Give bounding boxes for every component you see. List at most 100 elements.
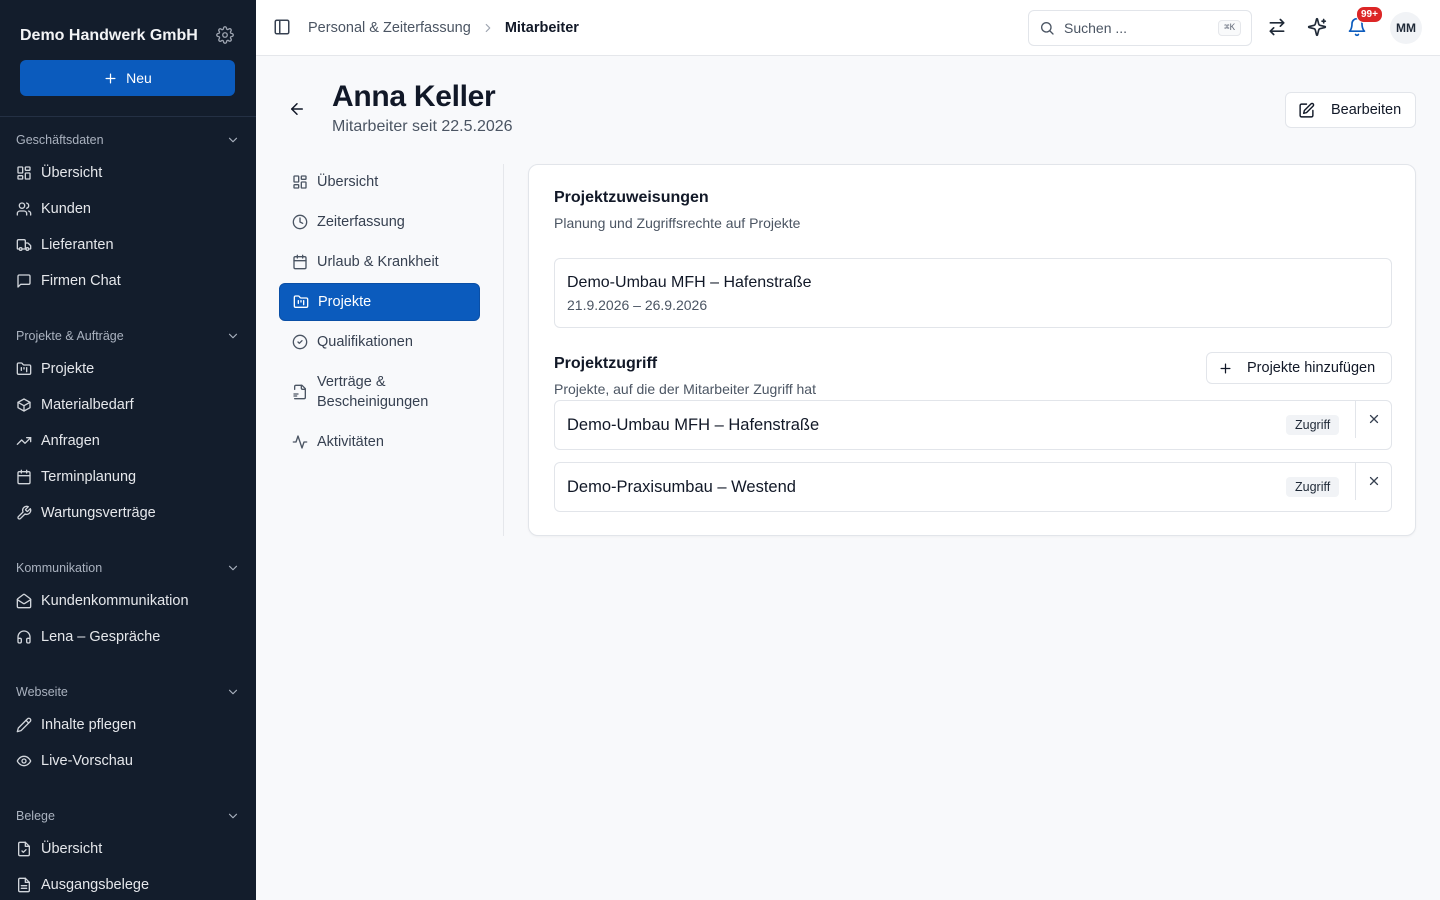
layout-grid-icon bbox=[17, 166, 31, 180]
sidebar-item-edit-content[interactable]: Inhalte pflegen bbox=[16, 709, 240, 741]
search-icon bbox=[1041, 22, 1054, 35]
sidebar-item-material[interactable]: Materialbedarf bbox=[16, 389, 240, 421]
edit-button[interactable]: Bearbeiten bbox=[1285, 92, 1416, 128]
access-title: Projektzugriff bbox=[554, 355, 658, 372]
sidebar-item-outgoing-documents[interactable]: Ausgangsbelege bbox=[16, 869, 240, 900]
assignment-dates: 21.9.2026 – 26.9.2026 bbox=[567, 297, 708, 313]
tab-vacation-sickness[interactable]: Urlaub & Krankheit bbox=[279, 243, 480, 281]
sidebar-item-documents-overview[interactable]: Übersicht bbox=[16, 833, 240, 865]
sidebar-section-projects[interactable]: Projekte & Aufträge bbox=[16, 329, 240, 343]
row-separator bbox=[1355, 401, 1356, 438]
tab-projects[interactable]: Projekte bbox=[279, 283, 480, 321]
section-title: Kommunikation bbox=[16, 561, 103, 575]
clock-icon bbox=[292, 214, 308, 230]
access-project-name: Demo-Praxisumbau – Westend bbox=[567, 477, 796, 496]
sidebar-item-requests[interactable]: Anfragen bbox=[16, 425, 240, 457]
users-icon bbox=[16, 202, 32, 216]
mail-open-icon bbox=[16, 593, 32, 609]
close-icon[interactable] bbox=[1367, 474, 1381, 488]
assignments-title: Projektzuweisungen bbox=[554, 189, 709, 206]
chevron-down-icon bbox=[228, 565, 238, 571]
sidebar-section-documents[interactable]: Belege bbox=[16, 809, 240, 823]
tab-label: Urlaub & Krankheit bbox=[317, 254, 439, 270]
chevron-down-icon bbox=[228, 689, 238, 695]
tab-overview[interactable]: Übersicht bbox=[279, 163, 480, 201]
search-input[interactable]: Suchen ... ⌘K bbox=[1028, 10, 1252, 46]
activity-icon bbox=[292, 435, 308, 449]
sidebar-item-customer-communication[interactable]: Kundenkommunikation bbox=[16, 585, 240, 617]
sidebar-item-label: Ausgangsbelege bbox=[41, 877, 150, 893]
sidebar-item-label: Terminplanung bbox=[41, 469, 137, 485]
sidebar: Demo Handwerk GmbH Neu Geschäftsdaten Üb… bbox=[0, 0, 256, 900]
access-project-name: Demo-Umbau MFH – Hafenstraße bbox=[567, 415, 820, 434]
sparkles-icon[interactable] bbox=[1307, 17, 1329, 39]
sidebar-item-label: Projekte bbox=[41, 361, 95, 377]
new-button-label: Neu bbox=[126, 70, 152, 86]
sidebar-item-lena-calls[interactable]: Lena – Gespräche bbox=[16, 621, 240, 653]
sidebar-divider bbox=[0, 116, 256, 117]
add-projects-label: Projekte hinzufügen bbox=[1247, 360, 1376, 376]
sidebar-item-label: Lena – Gespräche bbox=[41, 629, 161, 645]
section-title: Belege bbox=[16, 809, 55, 823]
sidebar-item-label: Übersicht bbox=[41, 841, 103, 857]
sidebar-item-label: Firmen Chat bbox=[41, 273, 121, 289]
notification-badge: 99+ bbox=[1356, 6, 1383, 23]
breadcrumb-parent[interactable]: Personal & Zeiterfassung bbox=[308, 20, 471, 36]
plus-icon bbox=[105, 73, 116, 83]
sidebar-item-scheduling[interactable]: Terminplanung bbox=[16, 461, 240, 493]
sidebar-section-website[interactable]: Webseite bbox=[16, 685, 240, 699]
topbar: Personal & Zeiterfassung Mitarbeiter Suc… bbox=[256, 0, 1440, 56]
projects-card: Projektzuweisungen Planung und Zugriffsr… bbox=[528, 164, 1416, 536]
trending-up-icon bbox=[16, 437, 32, 445]
company-name[interactable]: Demo Handwerk GmbH bbox=[20, 27, 200, 45]
truck-icon bbox=[16, 239, 32, 251]
tab-activities[interactable]: Aktivitäten bbox=[279, 423, 480, 461]
sidebar-item-overview[interactable]: Übersicht bbox=[16, 157, 240, 189]
sidebar-item-company-chat[interactable]: Firmen Chat bbox=[16, 265, 240, 297]
assignment-item[interactable]: Demo-Umbau MFH – Hafenstraße 21.9.2026 –… bbox=[554, 258, 1392, 328]
assignment-name: Demo-Umbau MFH – Hafenstraße bbox=[567, 274, 812, 291]
tab-label: Zeiterfassung bbox=[317, 214, 405, 230]
sidebar-item-maintenance[interactable]: Wartungsverträge bbox=[16, 497, 240, 529]
new-button[interactable]: Neu bbox=[20, 60, 235, 96]
gear-icon[interactable] bbox=[216, 26, 236, 46]
sidebar-section-communication[interactable]: Kommunikation bbox=[16, 561, 240, 575]
access-badge: Zugriff bbox=[1286, 415, 1340, 435]
section-title: Projekte & Aufträge bbox=[16, 329, 124, 343]
avatar[interactable]: MM bbox=[1390, 12, 1422, 44]
sidebar-item-live-preview[interactable]: Live-Vorschau bbox=[16, 745, 240, 777]
sidebar-section-geschaeftsdaten[interactable]: Geschäftsdaten bbox=[16, 133, 240, 147]
sidebar-item-suppliers[interactable]: Lieferanten bbox=[16, 229, 240, 261]
message-square-icon bbox=[17, 274, 31, 288]
sidebar-toggle-icon[interactable] bbox=[273, 18, 293, 38]
package-icon bbox=[17, 398, 31, 412]
tab-label: Aktivitäten bbox=[317, 434, 384, 450]
chevron-down-icon bbox=[228, 813, 238, 819]
tab-qualifications[interactable]: Qualifikationen bbox=[279, 323, 480, 361]
sidebar-item-label: Live-Vorschau bbox=[41, 753, 133, 769]
chevron-right-icon bbox=[481, 21, 495, 35]
tab-label: Qualifikationen bbox=[317, 334, 413, 350]
assignments-description: Planung und Zugriffsrechte auf Projekte bbox=[554, 215, 801, 231]
sidebar-item-customers[interactable]: Kunden bbox=[16, 193, 240, 225]
page-title: Anna Keller bbox=[332, 80, 496, 113]
section-title: Geschäftsdaten bbox=[16, 133, 104, 147]
tab-time-tracking[interactable]: Zeiterfassung bbox=[279, 203, 480, 241]
add-projects-button[interactable]: Projekte hinzufügen bbox=[1206, 352, 1392, 384]
tab-contracts[interactable]: Verträge & Bescheinigungen bbox=[279, 364, 480, 416]
page-subtitle: Mitarbeiter seit 22.5.2026 bbox=[332, 118, 513, 135]
sidebar-item-projects[interactable]: Projekte bbox=[16, 353, 240, 385]
arrow-left-icon[interactable] bbox=[288, 100, 308, 120]
row-separator bbox=[1355, 463, 1356, 500]
tab-label: Verträge & Bescheinigungen bbox=[317, 374, 429, 410]
section-title: Webseite bbox=[16, 685, 68, 699]
edit-button-label: Bearbeiten bbox=[1331, 102, 1402, 118]
access-row: Demo-Praxisumbau – Westend Zugriff bbox=[554, 462, 1392, 512]
access-row: Demo-Umbau MFH – Hafenstraße Zugriff bbox=[554, 400, 1392, 450]
access-badge: Zugriff bbox=[1286, 477, 1340, 497]
switch-icon[interactable] bbox=[1267, 17, 1289, 39]
chevron-down-icon bbox=[228, 137, 238, 143]
close-icon[interactable] bbox=[1367, 412, 1381, 426]
sidebar-item-label: Inhalte pflegen bbox=[41, 717, 137, 733]
file-text-icon bbox=[18, 877, 30, 893]
